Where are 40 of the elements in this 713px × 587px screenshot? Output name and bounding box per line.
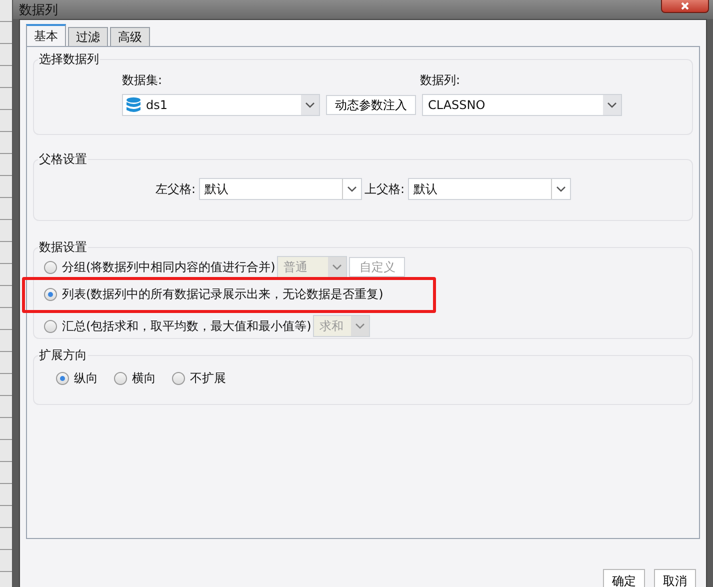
group-title: 数据设置 — [38, 239, 88, 256]
close-button[interactable] — [661, 0, 709, 13]
radio-button[interactable] — [172, 372, 185, 385]
group-title: 选择数据列 — [38, 51, 100, 68]
window-title: 数据列 — [19, 2, 58, 19]
tab[interactable]: 基本 — [26, 24, 66, 46]
dialog-button[interactable]: 确定 — [603, 569, 645, 587]
column-dropdown[interactable]: CLASSNO — [422, 94, 622, 116]
caret-icon — [556, 186, 566, 192]
field-label: 数据列: — [420, 72, 460, 89]
left-parent-dropdown[interactable]: 默认 — [198, 178, 362, 200]
radio-button[interactable] — [44, 288, 57, 300]
caret-icon — [346, 186, 356, 192]
caret-icon — [332, 264, 342, 270]
tab[interactable]: 高级 — [110, 27, 150, 46]
radio-button[interactable] — [44, 260, 57, 274]
radio-option[interactable]: 不扩展 — [172, 370, 226, 387]
radio-button[interactable] — [114, 372, 127, 385]
tab[interactable]: 过滤 — [68, 27, 108, 46]
dialog-button[interactable]: 取消 — [654, 569, 696, 587]
radio-label: 纵向 — [74, 370, 98, 387]
close-icon — [679, 2, 691, 10]
database-icon — [126, 97, 141, 113]
radio-option[interactable]: 横向 — [114, 370, 156, 387]
top-parent-dropdown[interactable]: 默认 — [408, 178, 571, 200]
radio-label: 不扩展 — [190, 370, 226, 387]
radio-option[interactable]: 纵向 — [56, 370, 98, 387]
radio-label: 横向 — [132, 370, 156, 387]
radio-button[interactable] — [44, 320, 57, 332]
group-title: 扩展方向 — [38, 347, 88, 364]
field-label: 数据集: — [122, 72, 164, 89]
dynamic-parameter-button[interactable]: 动态参数注入 — [326, 95, 416, 115]
field-label: 左父格: — [155, 180, 196, 198]
dataset-dropdown[interactable]: ds1 — [122, 94, 320, 116]
caret-icon — [355, 323, 366, 329]
caret-icon — [607, 102, 617, 108]
field-label: 上父格: — [364, 180, 405, 198]
caret-icon — [305, 102, 315, 108]
group-title: 父格设置 — [38, 151, 88, 168]
radio-button[interactable] — [56, 372, 69, 385]
